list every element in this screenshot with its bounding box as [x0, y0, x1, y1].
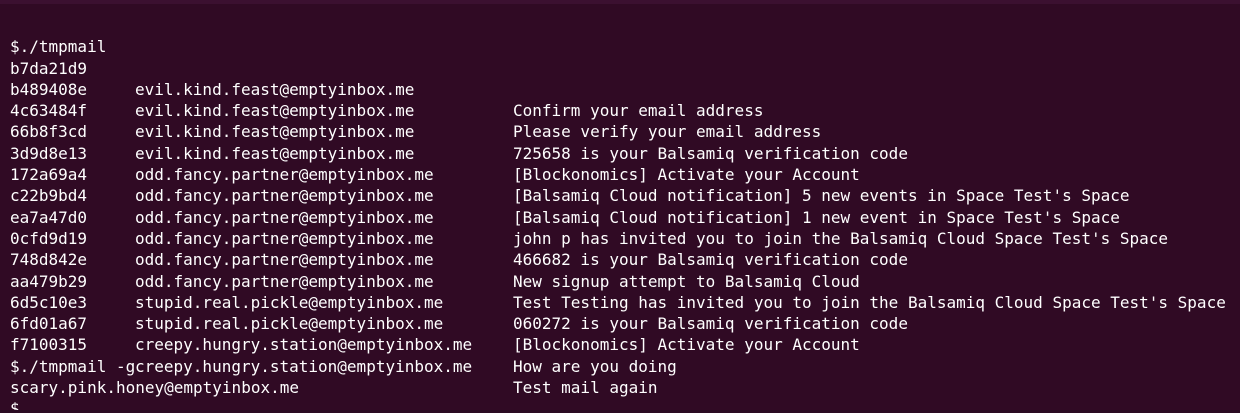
email-row: 0cfd9d19 odd.fancy.partner@emptyinbox.me…: [10, 207, 1240, 291]
email-row: 4c63484f evil.kind.feast@emptyinbox.me 7…: [10, 79, 1240, 163]
email-row: b7da21d9 evil.kind.feast@emptyinbox.me C…: [10, 36, 1240, 121]
output-line: scary.pink.honey@emptyinbox.me: [10, 356, 1240, 397]
prompt-line[interactable]: $: [10, 377, 1240, 410]
prompt-symbol: $: [10, 399, 20, 413]
email-row: b489408e evil.kind.feast@emptyinbox.me P…: [10, 58, 1240, 142]
email-row: 748d842e odd.fancy.partner@emptyinbox.me…: [10, 228, 1240, 312]
email-row: 3d9d8e13 odd.fancy.partner@emptyinbox.me…: [10, 121, 1240, 206]
email-row: c22b9bd4 odd.fancy.partner@emptyinbox.me…: [10, 164, 1240, 248]
terminal-window[interactable]: $./tmpmail b7da21d9 evil.kind.feast@empt…: [0, 0, 1240, 413]
command-line: $./tmpmail -g: [10, 334, 1240, 376]
email-row: f7100315 creepy.hungry.station@emptyinbo…: [10, 313, 1240, 397]
command-line: $./tmpmail: [10, 15, 1240, 56]
shell-prompt[interactable]: $: [10, 398, 28, 413]
text-cursor: [20, 401, 28, 410]
email-row: 66b8f3cd evil.kind.feast@emptyinbox.me […: [10, 100, 1240, 184]
email-row: ea7a47d0 odd.fancy.partner@emptyinbox.me…: [10, 185, 1240, 270]
email-row: aa479b29 stupid.real.pickle@emptyinbox.m…: [10, 249, 1240, 334]
email-row: 172a69a4 odd.fancy.partner@emptyinbox.me…: [10, 143, 1240, 227]
email-row: 6d5c10e3 stupid.real.pickle@emptyinbox.m…: [10, 271, 1240, 355]
email-row: 6fd01a67 creepy.hungry.station@emptyinbo…: [10, 292, 1240, 376]
